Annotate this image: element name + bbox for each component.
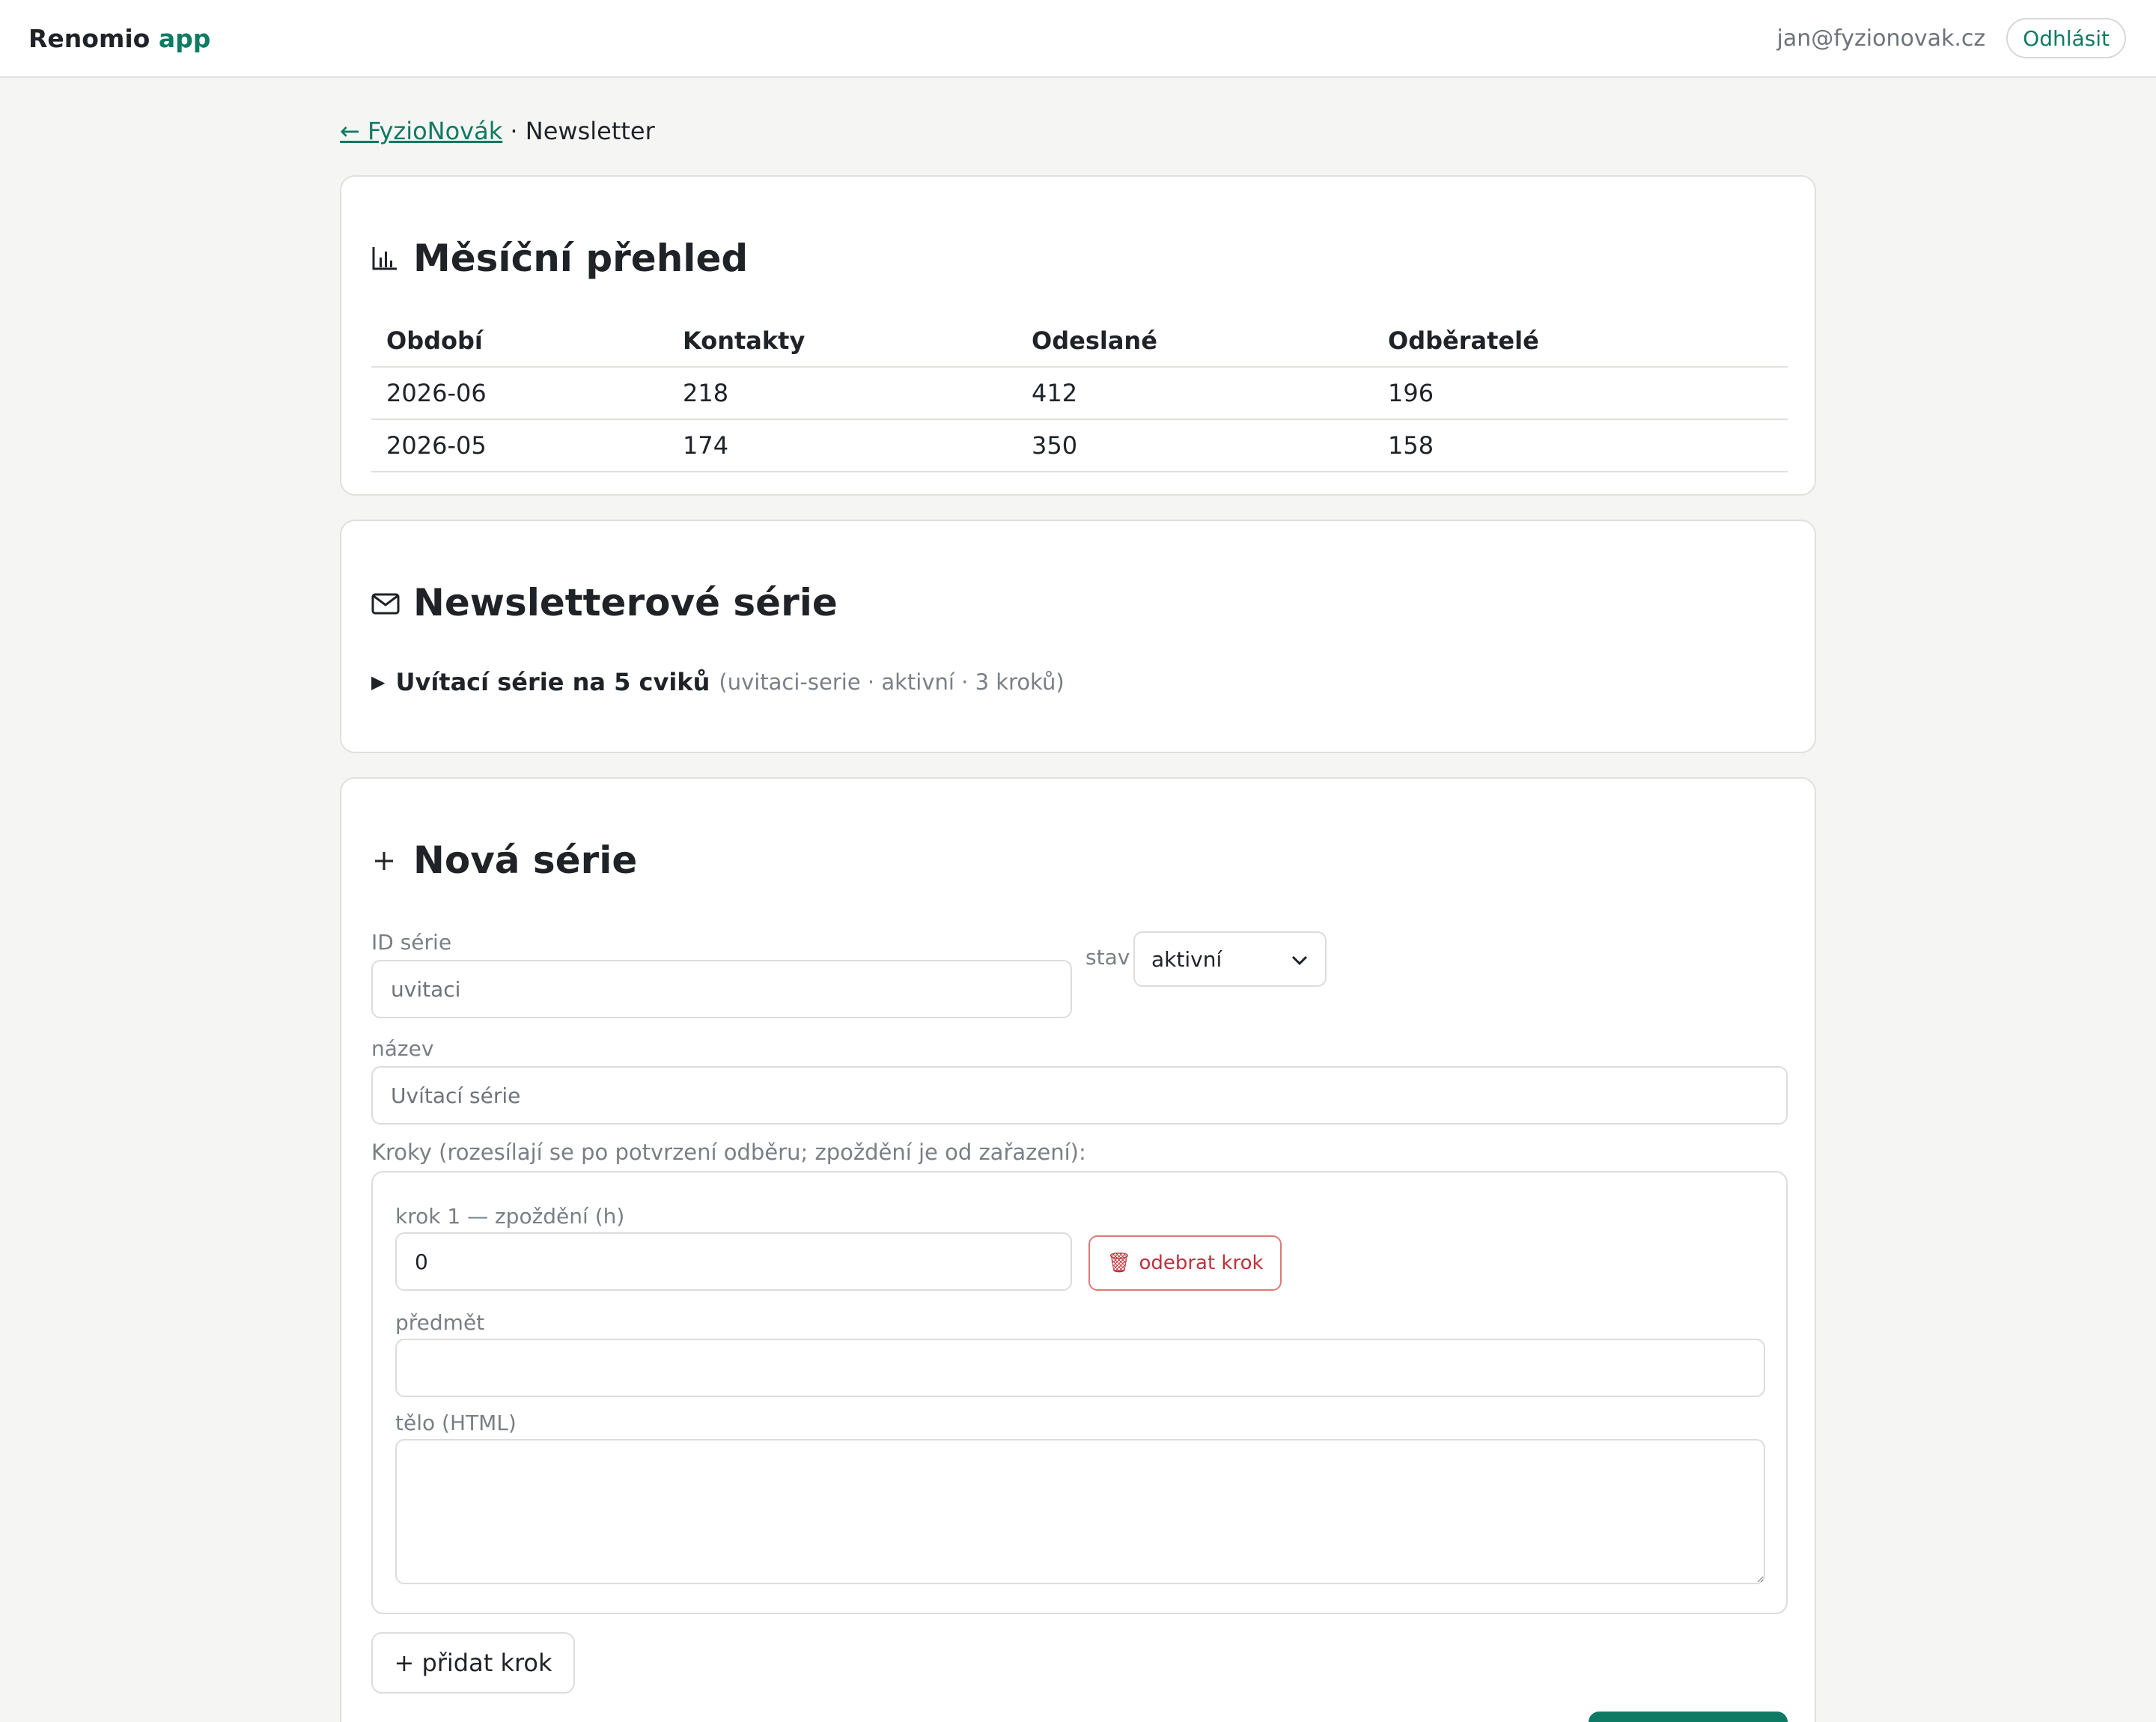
table-cell: 158 — [1373, 419, 1788, 472]
brand-accent: app — [158, 23, 211, 53]
steps-label: Kroky (rozesílají se po potvrzení odběru… — [371, 1140, 1086, 1165]
remove-step-button[interactable]: 🗑 odebrat krok — [1088, 1235, 1282, 1291]
brand-name: Renomio — [28, 23, 150, 53]
series-card: Newsletterové série ▶ Uvítací série na 5… — [340, 520, 1816, 753]
breadcrumb-current: Newsletter — [525, 117, 655, 145]
table-cell: 2026-06 — [371, 367, 668, 420]
step-delay-input[interactable] — [395, 1232, 1072, 1291]
series-id-label: ID série — [371, 930, 452, 955]
column-header: Odběratelé — [1373, 314, 1788, 368]
series-item[interactable]: ▶ Uvítací série na 5 cviků (uvitaci-seri… — [371, 668, 1065, 696]
state-select[interactable]: aktivní — [1133, 931, 1327, 987]
table-cell: 196 — [1373, 367, 1788, 420]
series-title: Newsletterové série — [413, 581, 838, 624]
new-series-title: Nová série — [413, 839, 638, 882]
table-cell: 2026-05 — [371, 419, 668, 472]
series-name-input[interactable] — [371, 1066, 1788, 1125]
brand-logo[interactable]: Renomio app — [28, 24, 210, 53]
plus-icon — [371, 839, 401, 882]
bar-chart-icon — [371, 237, 401, 280]
table-row: 2026-06 218 412 196 — [371, 367, 1788, 420]
user-area: jan@fyzionovak.cz Odhlásit — [1777, 18, 2126, 58]
overview-title: Měsíční přehled — [413, 237, 749, 280]
state-label: stav — [1085, 945, 1130, 970]
table-cell: 412 — [1017, 367, 1373, 420]
series-id-input[interactable] — [371, 960, 1072, 1018]
state-select-value: aktivní — [1151, 946, 1222, 972]
breadcrumb-back-link[interactable]: ← FyzioNovák — [340, 117, 502, 145]
series-name-label: název — [371, 1036, 434, 1061]
remove-step-label: odebrat krok — [1139, 1252, 1264, 1274]
series-heading: Newsletterové série — [371, 581, 838, 624]
user-email: jan@fyzionovak.cz — [1776, 25, 1986, 52]
step-delay-label: krok 1 — zpoždění (h) — [395, 1204, 625, 1229]
top-bar: Renomio app jan@fyzionovak.cz Odhlásit — [0, 0, 2156, 78]
subject-input[interactable] — [395, 1339, 1765, 1397]
chevron-down-icon — [1291, 947, 1309, 972]
expand-triangle-icon[interactable]: ▶ — [371, 672, 385, 693]
column-header: Období — [371, 314, 668, 368]
table-cell: 218 — [668, 367, 1017, 420]
breadcrumb: ← FyzioNovák · Newsletter — [340, 117, 655, 145]
save-button[interactable] — [1589, 1712, 1788, 1722]
body-textarea[interactable] — [395, 1439, 1765, 1584]
step-box: krok 1 — zpoždění (h) 🗑 odebrat krok pře… — [371, 1171, 1788, 1614]
logout-button[interactable]: Odhlásit — [2006, 18, 2126, 58]
body-label: tělo (HTML) — [395, 1411, 517, 1435]
overview-card: Měsíční přehled Období Kontakty Odeslané… — [340, 175, 1816, 496]
column-header: Odeslané — [1017, 314, 1373, 368]
series-meta: (uvitaci-serie · aktivní · 3 kroků) — [719, 669, 1065, 695]
column-header: Kontakty — [668, 314, 1017, 368]
overview-heading: Měsíční přehled — [371, 237, 748, 280]
table-row: 2026-05 174 350 158 — [371, 419, 1788, 472]
breadcrumb-separator: · — [510, 117, 518, 145]
new-series-heading: Nová série — [371, 839, 637, 882]
subject-label: předmět — [395, 1310, 485, 1335]
overview-table: Období Kontakty Odeslané Odběratelé 2026… — [371, 314, 1788, 472]
new-series-card: Nová série ID série stav aktivní název K… — [340, 777, 1816, 1722]
add-step-button[interactable]: + přidat krok — [371, 1632, 575, 1694]
table-cell: 174 — [668, 419, 1017, 472]
series-name: Uvítací série na 5 cviků — [395, 668, 710, 696]
envelope-icon — [371, 581, 401, 624]
table-cell: 350 — [1017, 419, 1373, 472]
trash-icon: 🗑 — [1106, 1252, 1132, 1274]
table-header-row: Období Kontakty Odeslané Odběratelé — [371, 314, 1788, 368]
